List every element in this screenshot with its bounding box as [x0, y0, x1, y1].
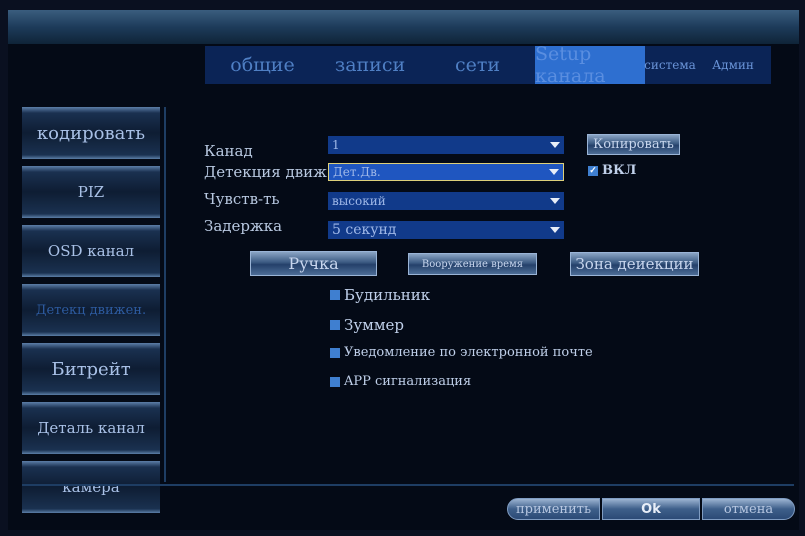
tab-admin[interactable]: Админ	[695, 46, 771, 84]
enable-label: ВКЛ	[602, 163, 637, 178]
sidebar: кодировать PIZ OSD канал Детекц движен. …	[22, 107, 160, 520]
checkbox-icon	[330, 290, 340, 300]
tab-network[interactable]: сети	[420, 46, 535, 84]
title-bar	[8, 10, 799, 44]
channel-value: 1	[332, 138, 340, 152]
ok-button[interactable]: Ok	[602, 498, 700, 520]
apply-button[interactable]: применить	[507, 498, 600, 520]
check-icon: ✓	[588, 165, 598, 176]
tab-system[interactable]: система	[644, 46, 696, 84]
sidebar-item-motion[interactable]: Детекц движен.	[22, 284, 160, 336]
sidebar-item-ptz[interactable]: PIZ	[22, 166, 160, 218]
sensitivity-dropdown[interactable]: высокий	[328, 192, 564, 210]
checkbox-icon	[330, 320, 340, 330]
sensitivity-label: Чувств-ть	[204, 190, 280, 208]
buzzer-label: Зуммер	[344, 316, 404, 334]
channel-dropdown[interactable]: 1	[328, 136, 564, 154]
sidebar-item-camera[interactable]: камера	[22, 461, 160, 513]
alarm-label: Будильник	[344, 286, 431, 304]
app-alarm-label: APP сигнализация	[344, 374, 472, 389]
channel-label: Канад	[204, 142, 253, 160]
delay-value: 5 секунд	[332, 222, 397, 238]
checkbox-icon	[330, 376, 340, 387]
sidebar-item-osd[interactable]: OSD канал	[22, 225, 160, 277]
sidebar-item-encode[interactable]: кодировать	[22, 107, 160, 159]
detect-dropdown[interactable]: Дет.Дв.	[328, 163, 564, 181]
email-checkbox[interactable]: Уведомление по электронной почте	[330, 345, 593, 360]
tab-bar: общие записи сети Setup канала система А…	[205, 43, 771, 87]
sidebar-item-channel-detail[interactable]: Деталь канал	[22, 402, 160, 454]
bottom-divider	[22, 484, 794, 486]
tab-channel-setup[interactable]: Setup канала	[535, 43, 645, 87]
chevron-down-icon	[550, 142, 560, 148]
sidebar-item-bitrate[interactable]: Битрейт	[22, 343, 160, 395]
buzzer-checkbox[interactable]: Зуммер	[330, 316, 404, 334]
delay-label: Задержка	[204, 217, 283, 235]
sensitivity-value: высокий	[332, 194, 386, 208]
cancel-button[interactable]: отмена	[702, 498, 795, 520]
copy-button[interactable]: Копировать	[587, 134, 680, 155]
tab-general[interactable]: общие	[205, 46, 320, 84]
checkbox-icon	[330, 347, 340, 358]
arm-time-button[interactable]: Вооружение время	[408, 253, 537, 275]
handle-button[interactable]: Ручка	[250, 251, 377, 276]
detect-value: Дет.Дв.	[333, 165, 381, 179]
chevron-down-icon	[550, 198, 560, 204]
sidebar-divider	[164, 107, 166, 482]
enable-checkbox[interactable]: ✓ ВКЛ	[588, 163, 636, 178]
app-alarm-checkbox[interactable]: APP сигнализация	[330, 374, 471, 389]
detection-zone-button[interactable]: Зона деиекции	[570, 252, 699, 276]
email-label: Уведомление по электронной почте	[344, 345, 593, 360]
tab-records[interactable]: записи	[320, 46, 420, 84]
chevron-down-icon	[550, 227, 560, 233]
alarm-checkbox[interactable]: Будильник	[330, 286, 430, 304]
delay-dropdown[interactable]: 5 секунд	[328, 221, 564, 239]
detect-label: Детекция движ.	[204, 163, 332, 181]
chevron-down-icon	[549, 169, 559, 175]
